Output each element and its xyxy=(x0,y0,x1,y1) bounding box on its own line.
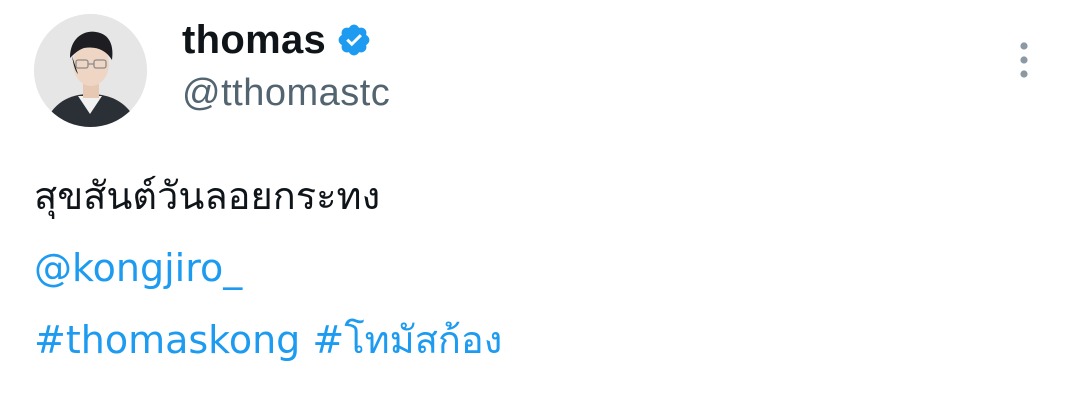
verified-badge-icon xyxy=(336,22,372,58)
author-display-name[interactable]: thomas xyxy=(182,18,326,63)
mention-line: @kongjiro_ xyxy=(34,232,502,304)
mention-link[interactable]: @kongjiro_ xyxy=(34,246,242,290)
author-name-row: thomas xyxy=(182,14,372,66)
avatar-image xyxy=(34,14,147,127)
author-handle[interactable]: @tthomastc xyxy=(182,72,390,115)
hashtag-link[interactable]: #thomaskong xyxy=(34,318,300,362)
hashtag-link[interactable]: #โทมัสก้อง xyxy=(312,318,502,362)
hashtag-line: #thomaskong #โทมัสก้อง xyxy=(34,304,502,376)
tweet-text: สุขสันต์วันลอยกระทง @kongjiro_ #thomasko… xyxy=(34,160,502,376)
tweet-text-line: สุขสันต์วันลอยกระทง xyxy=(34,174,381,218)
more-vertical-icon[interactable] xyxy=(1010,36,1038,84)
avatar[interactable] xyxy=(34,14,147,127)
